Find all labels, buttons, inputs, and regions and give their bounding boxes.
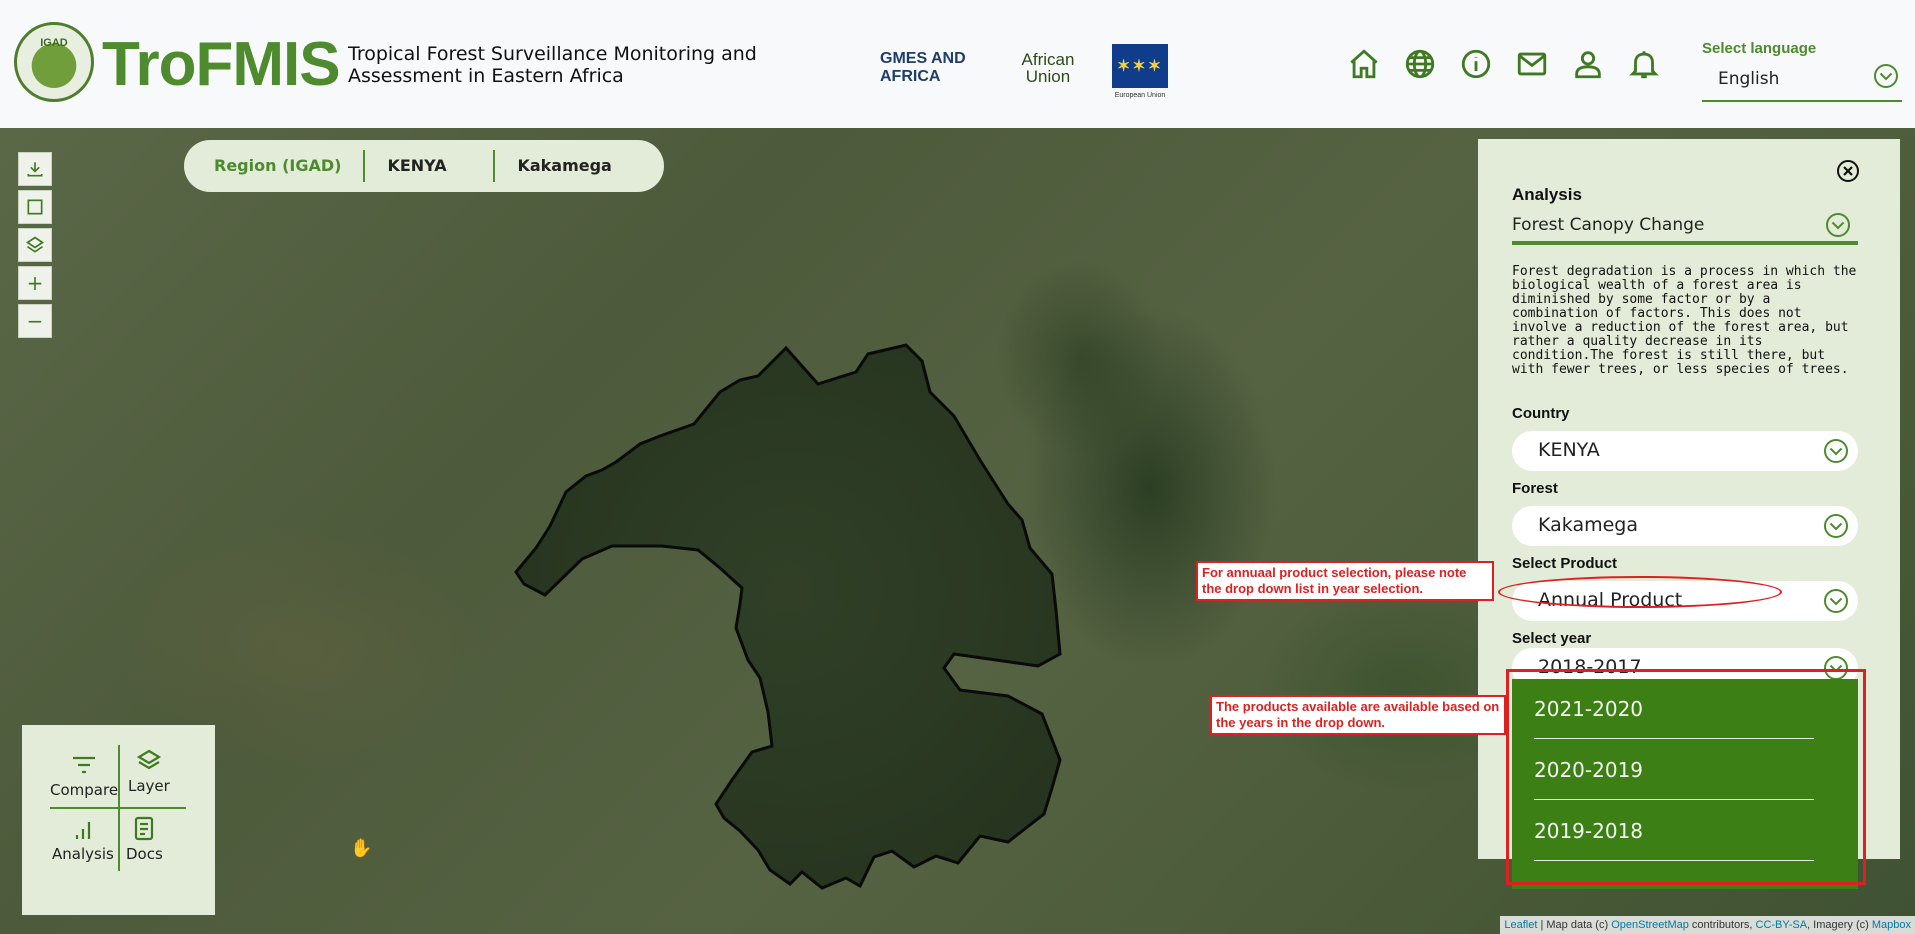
dock-divider-horizontal [50,807,186,809]
language-select[interactable]: English [1702,60,1902,102]
app-tagline: Tropical Forest Surveillance Monitoring … [348,43,757,87]
draw-rectangle-icon [27,199,43,215]
map-attribution: Leaflet | Map data (c) OpenStreetMap con… [1500,916,1915,934]
download-icon [27,162,43,177]
igad-logo: IGAD [14,22,94,102]
analysis-dock-label: Analysis [52,845,114,863]
app-root: IGAD TroFMIS Tropical Forest Surveillanc… [0,0,1915,934]
layer-button[interactable]: Layer [128,747,170,795]
draw-rectangle-button[interactable] [18,190,52,224]
product-highlight-oval [1498,576,1782,608]
attribution-text-1: | Map data (c) [1537,919,1612,931]
chevron-down-icon [1824,589,1848,613]
user-button[interactable] [1570,46,1606,82]
top-header: IGAD TroFMIS Tropical Forest Surveillanc… [0,0,1915,128]
country-label: Country [1512,405,1570,422]
breadcrumb-region[interactable]: Region (IGAD) [184,150,363,182]
compare-button[interactable]: Compare [50,751,118,799]
notifications-button[interactable] [1626,46,1662,82]
mapbox-link[interactable]: Mapbox [1872,919,1911,931]
analysis-label: Analysis [1512,185,1582,204]
info-icon [1461,49,1491,79]
osm-link[interactable]: OpenStreetMap [1611,919,1689,931]
mail-icon [1517,52,1547,76]
product-label: Select Product [1512,555,1618,572]
years-highlight-box [1506,669,1866,885]
docs-button[interactable]: Docs [126,815,163,863]
eu-stars-icon: ✶✶✶ [1116,58,1164,75]
analysis-type-select[interactable]: Forest Canopy Change [1512,207,1858,245]
hand-cursor-icon: ✋ [350,838,373,859]
location-breadcrumb: Region (IGAD) KENYA Kakamega [184,140,664,192]
layers-icon [25,236,45,253]
analysis-type-value: Forest Canopy Change [1512,215,1705,235]
home-icon [1350,49,1378,79]
kakamega-forest-polygon[interactable] [514,343,1062,890]
map-toolbar: + − [18,152,52,342]
app-brand[interactable]: TroFMIS [102,34,341,96]
filter-icon [73,756,96,774]
license-link[interactable]: CC-BY-SA [1756,919,1808,931]
language-label: Select language [1702,40,1817,57]
layers-button[interactable] [18,228,52,262]
gmes-logo: GMES AND AFRICA [880,50,966,85]
chevron-down-icon [1824,439,1848,463]
african-union-logo: African Union [1021,50,1075,86]
document-icon [135,816,154,841]
zoom-in-button[interactable]: + [18,266,52,300]
forest-label: Forest [1512,480,1558,497]
chevron-down-icon [1826,213,1850,237]
layer-label: Layer [128,777,170,795]
bell-icon [1629,51,1659,79]
forest-select[interactable]: Kakamega [1512,506,1858,546]
bar-chart-icon [75,822,91,839]
mail-button[interactable] [1514,46,1550,82]
info-button[interactable] [1458,46,1494,82]
close-panel-button[interactable] [1836,159,1860,183]
forest-value: Kakamega [1538,514,1638,536]
chevron-down-icon [1874,64,1898,88]
analysis-description: Forest degradation is a process in which… [1512,264,1857,377]
compare-label: Compare [50,781,119,799]
igad-logo-text: IGAD [40,37,68,49]
eu-caption: European Union [1114,92,1166,99]
docs-label: Docs [126,845,163,863]
analysis-button[interactable]: Analysis [52,815,114,863]
country-select[interactable]: KENYA [1512,431,1858,471]
home-button[interactable] [1346,46,1382,82]
satellite-map[interactable]: + − Region (IGAD) KENYA Kakamega Compare… [0,128,1915,934]
year-label: Select year [1512,630,1592,647]
tool-dock: Compare Layer Analysis Docs [22,725,215,915]
globe-icon [1405,49,1435,79]
eu-logo: ✶✶✶ European Union [1112,44,1168,99]
country-value: KENYA [1538,439,1600,461]
years-annotation: The products available are available bas… [1210,695,1506,735]
layers-icon [136,749,162,770]
breadcrumb-forest[interactable]: Kakamega [493,150,633,182]
chevron-down-icon [1824,514,1848,538]
download-button[interactable] [18,152,52,186]
product-annotation: For annuaal product selection, please no… [1196,561,1494,601]
attribution-text-2: contributors, [1688,919,1756,931]
user-icon [1575,51,1601,79]
language-value: English [1718,69,1780,89]
breadcrumb-country[interactable]: KENYA [363,150,493,182]
zoom-out-button[interactable]: − [18,304,52,338]
leaflet-link[interactable]: Leaflet [1504,919,1537,931]
attribution-text-3: , Imagery (c) [1807,919,1872,931]
globe-button[interactable] [1402,46,1438,82]
